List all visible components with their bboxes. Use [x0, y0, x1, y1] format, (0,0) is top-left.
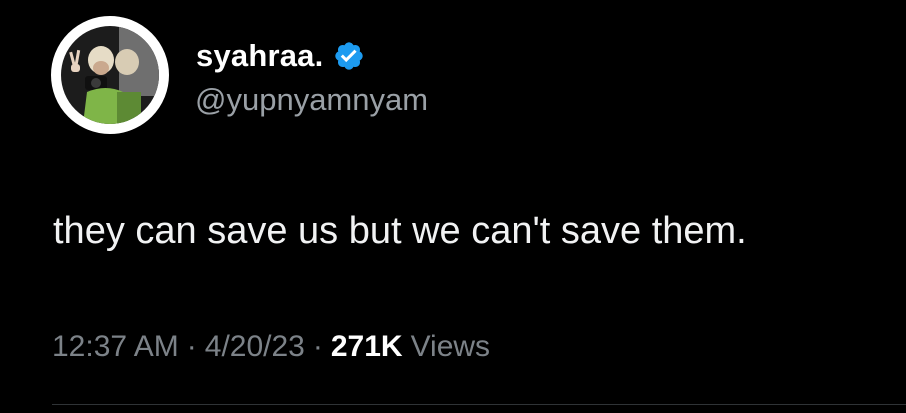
avatar[interactable]: R	[51, 16, 169, 134]
views-count: 271K	[330, 330, 403, 363]
verified-badge-icon	[333, 40, 365, 72]
divider	[52, 404, 906, 405]
svg-text:R: R	[66, 32, 72, 41]
author-display-name[interactable]: syahraa.	[196, 38, 323, 74]
meta-separator: ·	[312, 330, 323, 363]
tweet-time[interactable]: 12:37 AM	[52, 330, 179, 364]
views-label: Views	[410, 330, 491, 363]
tweet-date[interactable]: 4/20/23	[205, 330, 305, 364]
meta-separator: ·	[186, 330, 197, 363]
profile-photo-icon: R	[61, 26, 159, 124]
tweet-text: they can save us but we can't save them.	[53, 210, 747, 252]
tweet-card: R syahraa. @yupnyamnyam they can save us…	[0, 0, 906, 413]
author-handle[interactable]: @yupnyamnyam	[195, 82, 428, 118]
author-name-row: syahraa.	[196, 36, 365, 76]
tweet-meta: 12:37 AM · 4/20/23 · 271K Views	[52, 330, 490, 364]
